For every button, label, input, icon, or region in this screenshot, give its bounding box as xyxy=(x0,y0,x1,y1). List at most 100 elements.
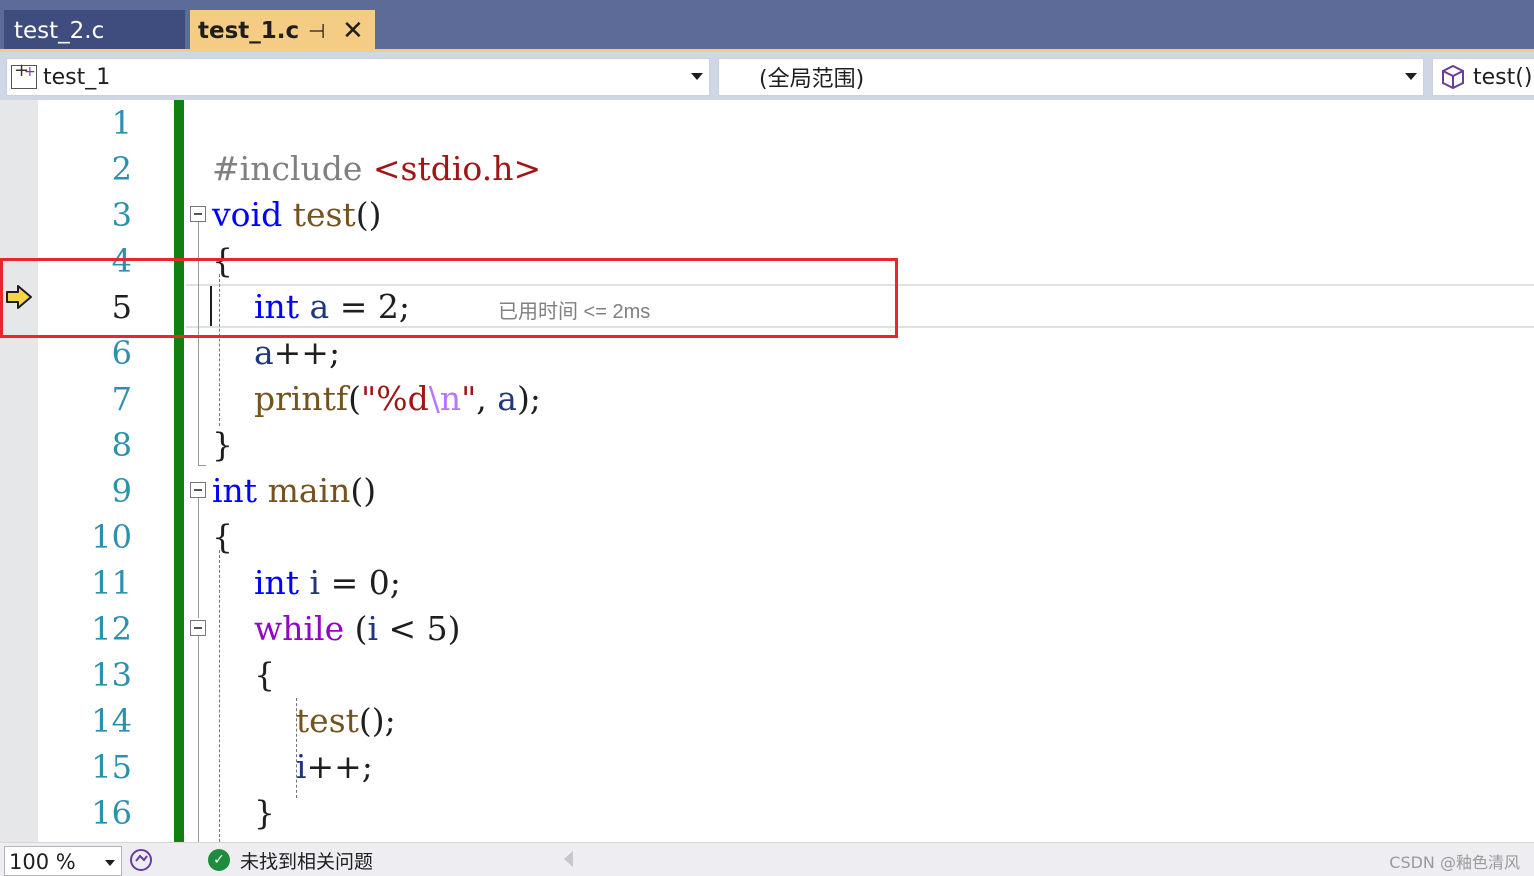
code-token: void xyxy=(212,195,283,234)
project-label: test_1 xyxy=(43,64,111,90)
chevron-down-icon xyxy=(691,73,703,80)
code-token: a xyxy=(497,379,517,418)
code-token: , xyxy=(476,379,498,418)
line-number: 11 xyxy=(91,564,132,602)
function-label: test() xyxy=(1473,64,1533,90)
code-line[interactable]: int i = 0; xyxy=(212,560,401,606)
code-line[interactable]: int main() xyxy=(212,468,376,514)
fold-line xyxy=(198,498,199,618)
code-line[interactable]: void test() xyxy=(212,192,381,238)
line-number: 1 xyxy=(111,104,132,142)
code-token: int xyxy=(212,471,258,510)
line-number: 2 xyxy=(111,150,132,188)
code-editor[interactable]: 1 2 3 4 5 6 7 8 9 10 11 12 13 14 15 16 #include <stdio.… xyxy=(0,100,1534,842)
code-token: ( xyxy=(348,379,362,418)
collapse-toggle-while[interactable] xyxy=(190,620,206,636)
project-dropdown[interactable]: test_1 xyxy=(6,58,710,96)
code-token: } xyxy=(212,793,275,832)
fold-line xyxy=(198,636,199,842)
code-token: () xyxy=(355,195,382,234)
code-token: ); xyxy=(516,379,541,418)
code-token: ( xyxy=(344,609,368,648)
scope-dropdown[interactable]: (全局范围) xyxy=(718,58,1424,96)
zoom-label: 100 % xyxy=(9,850,76,874)
tab-test-2-c[interactable]: test_2.c xyxy=(4,10,185,52)
code-token: i xyxy=(295,747,307,786)
code-token: } xyxy=(212,425,233,464)
collapse-toggle-main[interactable] xyxy=(190,482,206,498)
code-token: \n xyxy=(428,379,462,418)
code-line[interactable]: test(); xyxy=(212,698,396,744)
code-line[interactable]: #include <stdio.h> xyxy=(212,146,541,192)
code-token: main xyxy=(267,471,351,510)
tab-label: test_1.c xyxy=(198,18,300,44)
line-number: 7 xyxy=(111,380,132,418)
function-dropdown[interactable]: test() xyxy=(1432,58,1534,96)
code-token: test xyxy=(292,195,356,234)
code-token: #include xyxy=(212,149,373,188)
check-circle-icon: ✓ xyxy=(208,849,230,871)
code-token: ++; xyxy=(306,747,373,786)
code-line[interactable]: printf("%d\n", a); xyxy=(212,376,541,422)
cube-icon xyxy=(1442,64,1464,90)
change-tracking-bar xyxy=(174,100,184,842)
code-token: i xyxy=(367,609,379,648)
code-line[interactable]: i++; xyxy=(212,744,373,790)
watermark: CSDN @釉色清风 xyxy=(1389,853,1520,872)
line-number: 14 xyxy=(91,702,132,740)
collapse-toggle-test[interactable] xyxy=(190,206,206,222)
code-token: (); xyxy=(358,701,396,740)
line-number: 10 xyxy=(91,518,132,556)
line-number: 15 xyxy=(91,748,132,786)
document-tab-strip: test_2.c test_1.c ⊣ ✕ xyxy=(0,0,1534,52)
code-token: " xyxy=(461,379,477,418)
code-token: () xyxy=(350,471,377,510)
tab-label: test_2.c xyxy=(14,18,105,44)
issues-status-text[interactable]: 未找到相关问题 xyxy=(240,847,373,874)
code-line[interactable]: while (i < 5) xyxy=(212,606,461,652)
line-number: 8 xyxy=(111,426,132,464)
code-token: <stdio.h> xyxy=(372,149,542,188)
code-token: int xyxy=(253,563,300,602)
code-line[interactable]: { xyxy=(212,514,233,560)
line-number: 13 xyxy=(91,656,132,694)
code-line[interactable]: } xyxy=(212,422,233,468)
code-line[interactable]: } xyxy=(212,790,275,836)
code-token: < 5) xyxy=(378,609,461,648)
code-token: i xyxy=(309,563,321,602)
line-number: 12 xyxy=(91,610,132,648)
pin-icon[interactable]: ⊣ xyxy=(308,19,325,43)
chevron-down-icon xyxy=(1405,73,1417,80)
code-token: a xyxy=(253,333,274,372)
close-icon[interactable]: ✕ xyxy=(342,16,364,46)
fold-line-end xyxy=(198,465,206,466)
intellicode-icon[interactable] xyxy=(128,847,154,873)
line-number: 16 xyxy=(91,794,132,832)
zoom-dropdown[interactable]: 100 % xyxy=(4,846,122,876)
code-line[interactable]: { xyxy=(212,652,275,698)
code-token: ++; xyxy=(273,333,341,372)
glyph-margin[interactable] xyxy=(0,100,38,842)
code-token: = 0; xyxy=(320,563,401,602)
project-icon xyxy=(11,60,37,89)
editor-status-bar: 100 % ✓ 未找到相关问题 CSDN @釉色清风 xyxy=(0,842,1534,876)
scroll-left-arrow-icon[interactable] xyxy=(564,851,573,867)
scope-label: (全局范围) xyxy=(759,67,865,92)
code-token: printf xyxy=(253,379,349,418)
chevron-down-icon xyxy=(105,860,115,866)
line-number: 9 xyxy=(111,472,132,510)
navigation-bar: test_1 (全局范围) test() xyxy=(0,52,1534,100)
code-token: "%d xyxy=(361,379,429,418)
annotation-highlight-box xyxy=(0,258,898,338)
tab-test-1-c[interactable]: test_1.c ⊣ ✕ xyxy=(190,10,375,52)
code-token: test xyxy=(295,701,359,740)
